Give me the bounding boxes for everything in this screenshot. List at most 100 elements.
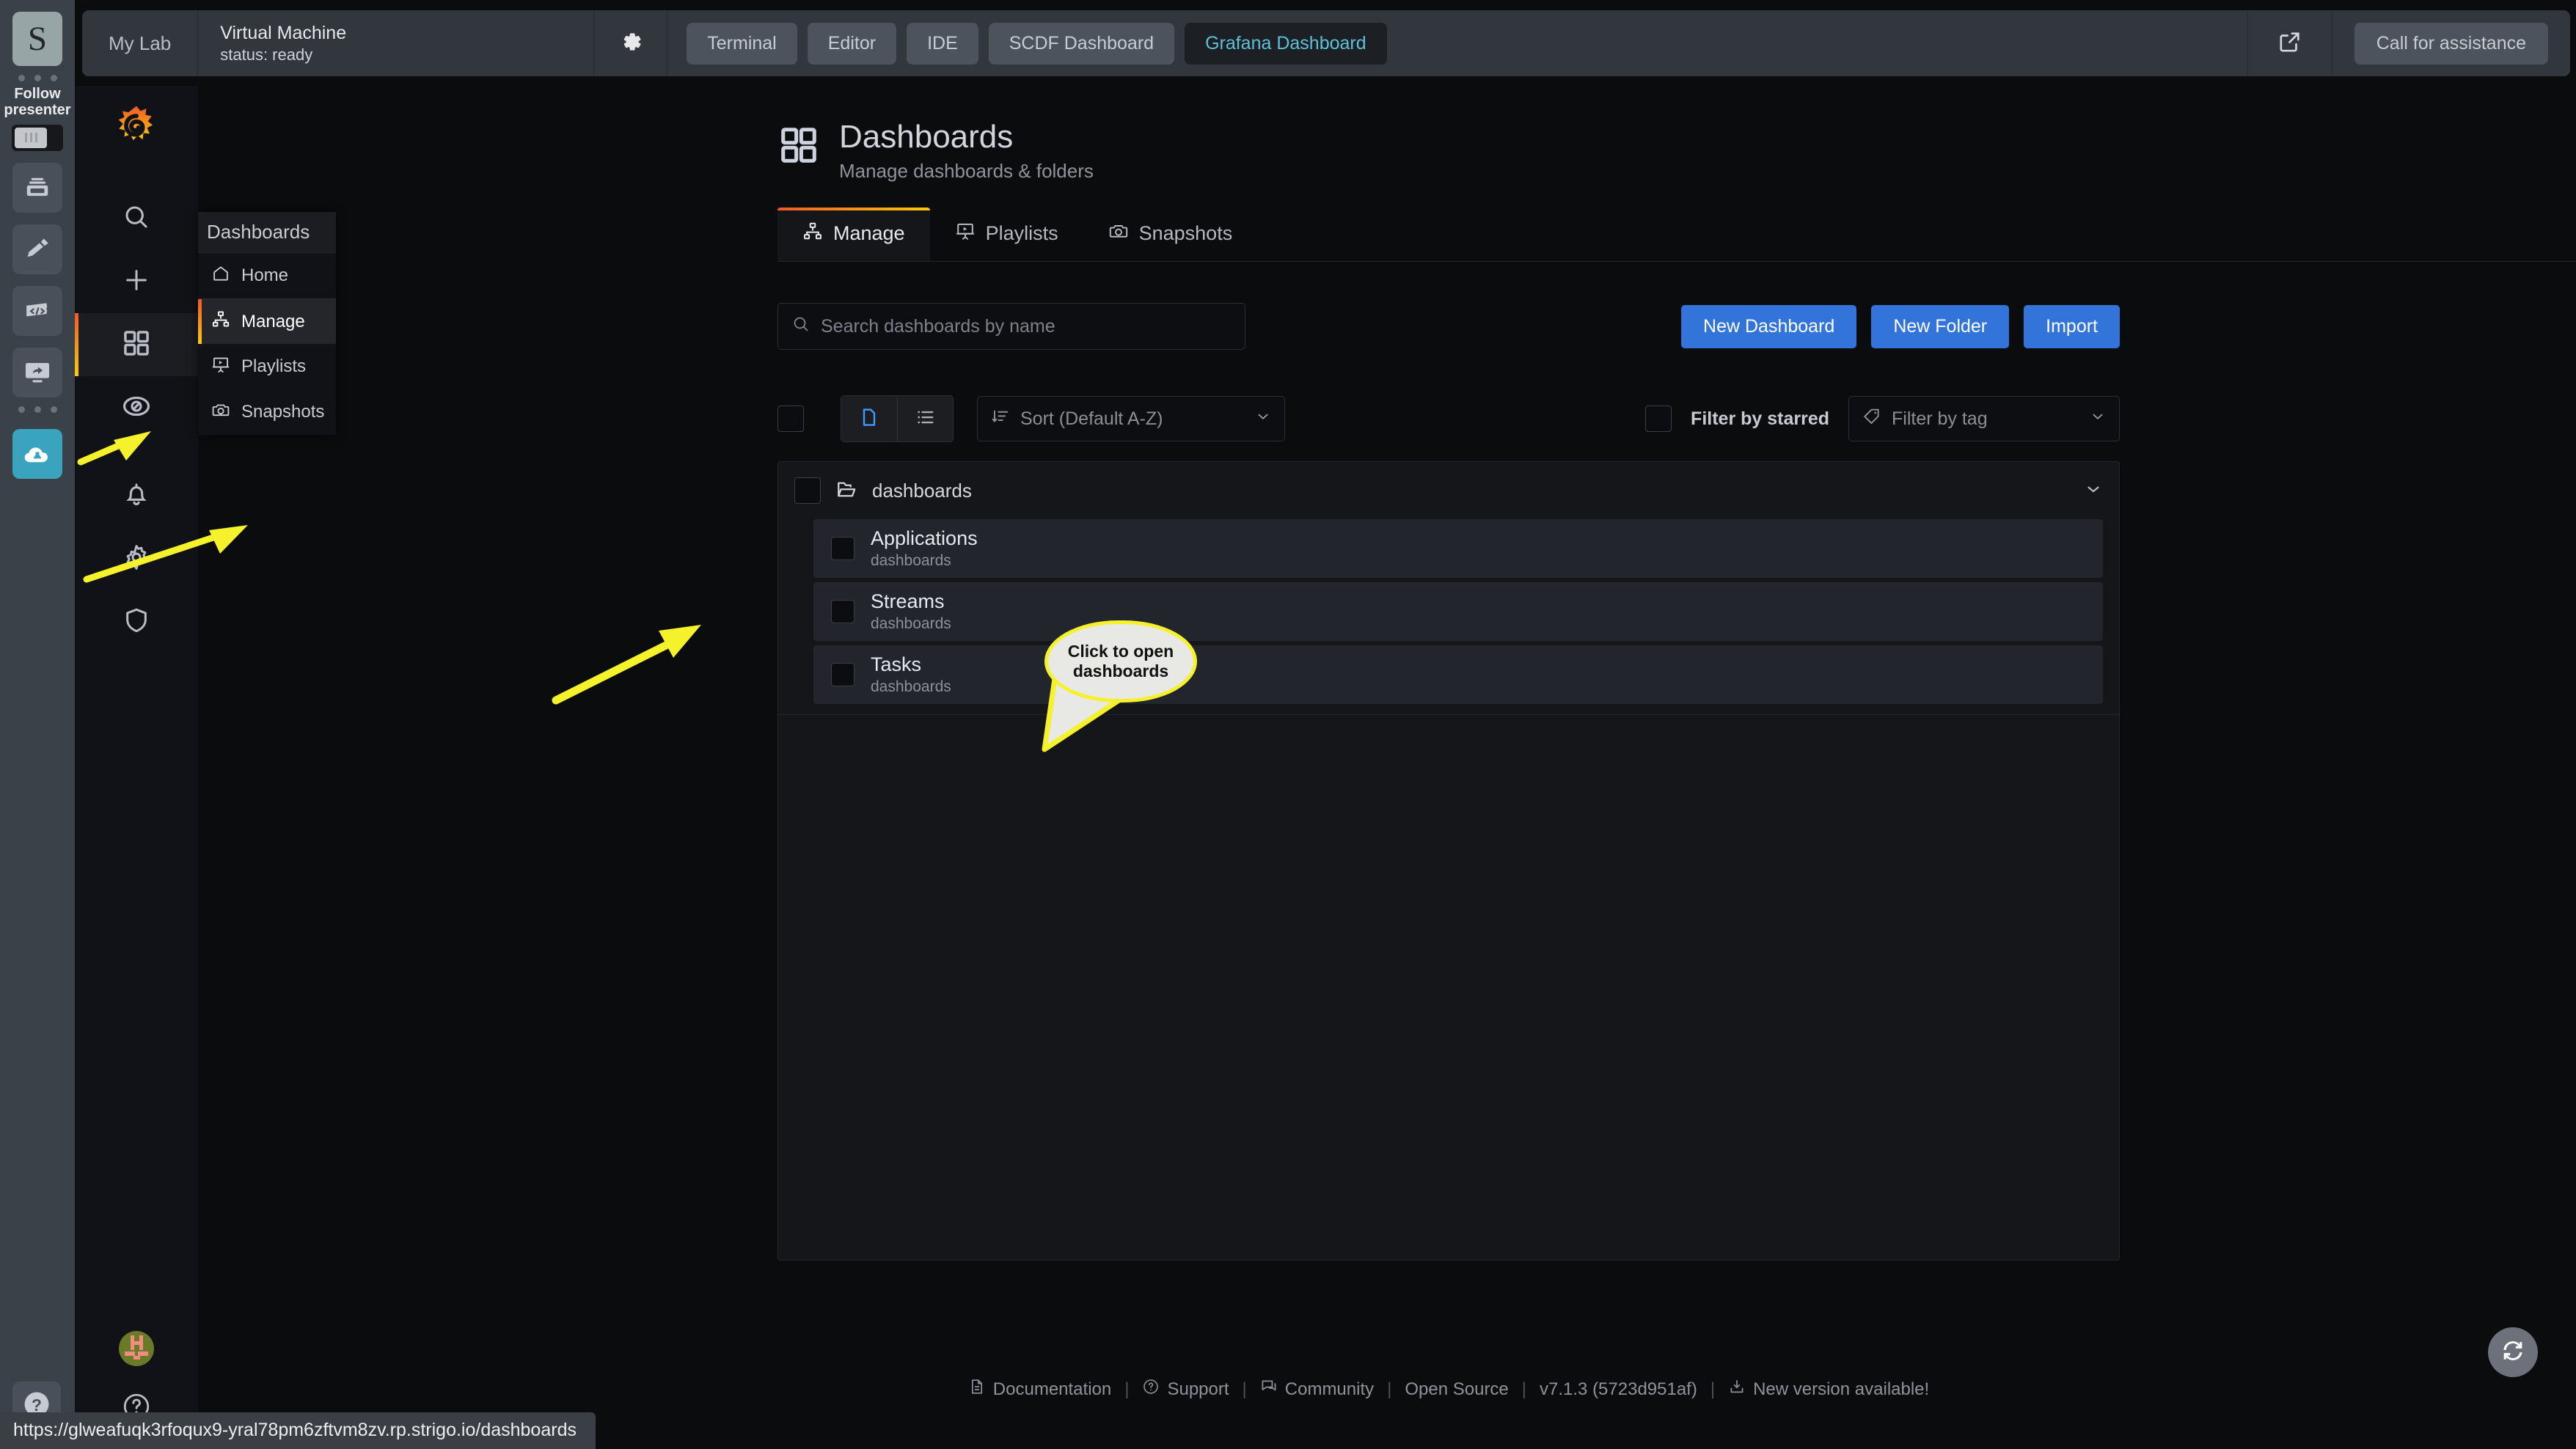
plus-icon (122, 265, 151, 298)
dashboard-list: Applications dashboards Streams dashboar… (778, 519, 2119, 705)
open-external-button[interactable] (2247, 10, 2332, 76)
row-checkbox[interactable] (831, 600, 855, 624)
folder-checkbox[interactable] (794, 477, 821, 505)
filter-by-tag-placeholder: Filter by tag (1892, 408, 1988, 429)
row-checkbox[interactable] (831, 537, 855, 561)
refresh-button[interactable] (2488, 1327, 2538, 1377)
vm-info: Virtual Machine status: ready (198, 10, 595, 76)
lab-tab-grafana-dashboard[interactable]: Grafana Dashboard (1185, 22, 1387, 65)
tab-manage[interactable]: Manage (777, 208, 930, 262)
dropdown-item-label: Snapshots (241, 402, 325, 422)
dropdown-item-home[interactable]: Home (198, 253, 336, 298)
bell-icon (122, 480, 151, 513)
lab-tab-scdf-dashboard[interactable]: SCDF Dashboard (988, 22, 1175, 65)
view-folders-button[interactable] (841, 396, 897, 442)
filters-right: Filter by starred Filter by tag (1645, 396, 2120, 442)
tag-icon (1862, 407, 1881, 431)
lab-topbar-right: Call for assistance (2247, 10, 2570, 76)
search-results-panel: dashboards Applications dashboards Strea… (777, 461, 2120, 1261)
footer-link-label: Community (1284, 1379, 1375, 1399)
footer-new-version[interactable]: New version available! (1728, 1378, 1929, 1401)
footer-link-documentation[interactable]: Documentation (968, 1378, 1111, 1401)
lab-tab-terminal[interactable]: Terminal (687, 22, 797, 65)
external-link-icon (2277, 29, 2302, 58)
search-placeholder: Search dashboards by name (821, 315, 1055, 337)
select-all-checkbox[interactable] (777, 406, 804, 433)
lab-tab-ide[interactable]: IDE (907, 22, 978, 65)
footer-link-open-source[interactable]: Open Source (1405, 1379, 1508, 1400)
sidebar-item-search[interactable] (75, 187, 198, 250)
lab-tab-editor[interactable]: Editor (807, 22, 897, 65)
dropdown-item-label: Playlists (241, 356, 307, 376)
dropdown-item-playlists[interactable]: Playlists (198, 344, 336, 389)
footer-link-support[interactable]: Support (1142, 1378, 1229, 1401)
dashboard-row-tasks[interactable]: Tasks dashboards (813, 645, 2103, 705)
search-input[interactable]: Search dashboards by name (777, 303, 1245, 351)
dropdown-item-snapshots[interactable]: Snapshots (198, 389, 336, 435)
sidebar-item-dashboards[interactable] (75, 313, 198, 376)
filter-by-tag-select[interactable]: Filter by tag (1848, 396, 2120, 442)
sidebar-item-alerting[interactable] (75, 464, 198, 527)
footer-separator: | (1521, 1379, 1527, 1399)
rail-item-code[interactable] (12, 285, 62, 336)
dashboard-row-streams[interactable]: Streams dashboards (813, 582, 2103, 642)
strigo-rail: S Follow presenter ? (0, 0, 75, 1449)
footer-new-version-label: New version available! (1753, 1379, 1930, 1399)
sort-select[interactable]: Sort (Default A-Z) (977, 396, 1285, 442)
sidebar-item-create[interactable] (75, 250, 198, 313)
folder-open-icon (835, 478, 857, 504)
document-icon (968, 1378, 986, 1401)
dashboards-dropdown: Dashboards Home Manage Playlists Snapsho… (198, 212, 336, 435)
filter-by-starred-checkbox[interactable] (1645, 406, 1672, 433)
filter-by-starred-label: Filter by starred (1691, 408, 1829, 429)
view-list-button[interactable] (897, 396, 953, 442)
page-header: Dashboards Manage dashboards & folders M… (198, 86, 2576, 263)
camera-icon (211, 400, 230, 425)
tab-playlists[interactable]: Playlists (930, 208, 1083, 261)
folder-icon (858, 406, 880, 432)
dashboard-folder: dashboards (871, 551, 951, 569)
folder-header-row[interactable]: dashboards (778, 462, 2119, 519)
footer-link-community[interactable]: Community (1260, 1378, 1374, 1401)
refresh-icon (2499, 1337, 2527, 1368)
tab-label: Snapshots (1138, 222, 1233, 245)
lab-settings-button[interactable] (594, 10, 668, 76)
avatar[interactable] (119, 1331, 154, 1366)
follow-presenter-toggle[interactable] (12, 124, 63, 151)
gear-icon (122, 543, 151, 576)
page-header-apps-icon (777, 124, 820, 170)
footer-separator: | (1710, 1379, 1716, 1399)
rail-item-lab[interactable] (12, 428, 62, 479)
follow-presenter-label: Follow presenter (4, 86, 71, 119)
new-folder-button[interactable]: New Folder (1871, 304, 2010, 348)
sidebar-item-server-admin[interactable] (75, 590, 198, 653)
footer-link-label: Open Source (1405, 1379, 1509, 1399)
call-for-assistance-button[interactable]: Call for assistance (2354, 22, 2548, 65)
dropdown-header: Dashboards (198, 212, 336, 253)
cloud-lab-icon (22, 439, 53, 469)
import-button[interactable]: Import (2024, 304, 2120, 348)
view-mode-toggle (841, 395, 954, 443)
row-checkbox[interactable] (831, 663, 855, 687)
sidebar-item-explore[interactable] (75, 376, 198, 439)
rail-item-layout[interactable] (12, 162, 62, 213)
rail-item-highlighter[interactable] (12, 224, 62, 274)
grafana-logo-icon[interactable] (110, 102, 163, 155)
dashboard-folder: dashboards (871, 678, 951, 695)
rail-divider-dots-bottom (18, 406, 57, 413)
new-dashboard-button[interactable]: New Dashboard (1681, 304, 1857, 348)
chevron-down-icon[interactable] (2084, 480, 2103, 502)
rail-item-share-screen[interactable] (12, 347, 62, 397)
strigo-logo[interactable]: S (12, 12, 62, 66)
grafana-app: Dashboards Home Manage Playlists Snapsho… (75, 86, 2576, 1449)
dropdown-item-manage[interactable]: Manage (198, 298, 336, 344)
folder-name: dashboards (872, 479, 972, 502)
tab-snapshots[interactable]: Snapshots (1083, 208, 1258, 261)
lab-tab-list: Terminal Editor IDE SCDF Dashboard Grafa… (667, 10, 1405, 76)
sidebar-item-configuration[interactable] (75, 527, 198, 590)
dashboard-row-applications[interactable]: Applications dashboards (813, 519, 2103, 579)
my-lab-label[interactable]: My Lab (82, 10, 199, 76)
presentation-icon (211, 355, 230, 379)
code-snippet-icon (23, 297, 51, 325)
search-and-actions: Search dashboards by name New Dashboard … (777, 303, 2120, 443)
